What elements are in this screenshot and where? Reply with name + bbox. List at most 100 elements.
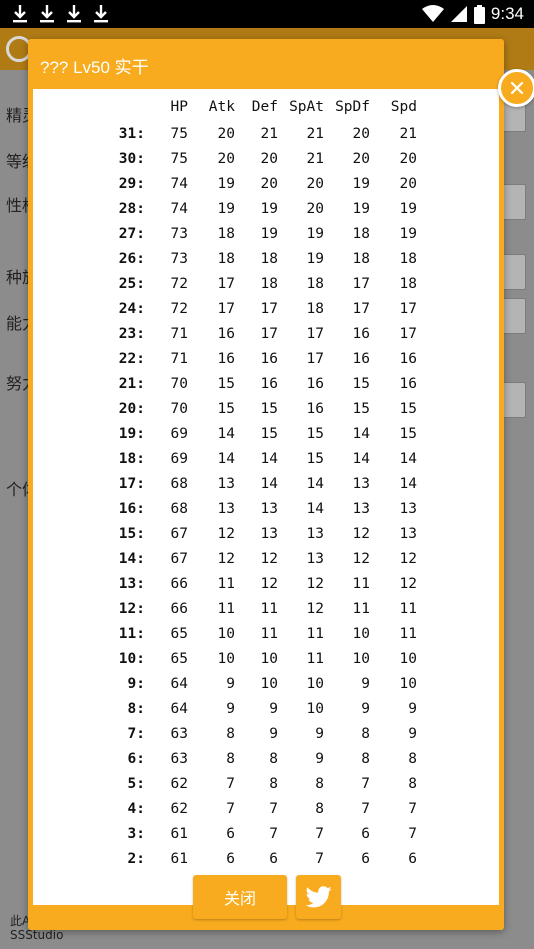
table-row: 11: 65 10 11 11 10 11: [33, 621, 417, 646]
cell-def: 15: [260, 425, 278, 442]
cell-spd: 11: [399, 625, 417, 642]
cell-spdf: 9: [361, 700, 370, 717]
cell-hp: 72: [170, 300, 188, 317]
cell-spd: 13: [399, 525, 417, 542]
cell-spat: 13: [306, 525, 324, 542]
cell-spat: 16: [306, 375, 324, 392]
cell-spd: 10: [399, 675, 417, 692]
cell-spd: 11: [399, 600, 417, 617]
cell-iv-level: 10:: [118, 650, 145, 667]
cell-iv-level: 3:: [127, 825, 145, 842]
cell-iv-level: 2:: [127, 850, 145, 867]
cell-iv-level: 6:: [127, 750, 145, 767]
cell-hp: 73: [170, 225, 188, 242]
cell-def: 13: [260, 500, 278, 517]
cell-hp: 68: [170, 500, 188, 517]
cell-spd: 7: [408, 825, 417, 842]
cell-spd: 15: [399, 425, 417, 442]
table-row: 12: 66 11 11 12 11 11: [33, 596, 417, 621]
cell-hp: 61: [170, 825, 188, 842]
cell-iv-level: 26:: [118, 250, 145, 267]
cell-spat: 12: [306, 600, 324, 617]
table-header-row: HP Atk Def SpAt SpDf Spd: [33, 92, 417, 121]
close-icon: [510, 81, 524, 95]
cell-atk: 18: [217, 250, 235, 267]
cell-def: 21: [260, 125, 278, 142]
cell-spd: 8: [408, 775, 417, 792]
cell-spat: 17: [306, 325, 324, 342]
cell-spdf: 19: [352, 200, 370, 217]
signal-icon: [450, 6, 467, 22]
twitter-bird-icon: [305, 886, 332, 908]
table-row: 16: 68 13 13 14 13 13: [33, 496, 417, 521]
cell-def: 16: [260, 375, 278, 392]
cell-spdf: 17: [352, 275, 370, 292]
status-bar: 9:34: [0, 0, 534, 28]
cell-iv-level: 15:: [118, 525, 145, 542]
header-spd: Spd: [390, 98, 417, 115]
cell-spdf: 16: [352, 350, 370, 367]
cell-atk: 12: [217, 525, 235, 542]
cell-spd: 6: [408, 850, 417, 867]
cell-spd: 14: [399, 475, 417, 492]
cell-spat: 7: [315, 850, 324, 867]
cell-atk: 16: [217, 325, 235, 342]
dialog-body: HP Atk Def SpAt SpDf Spd 31: 75 20 21 21 20 21…: [33, 89, 499, 905]
cell-spd: 19: [399, 200, 417, 217]
cell-def: 20: [260, 150, 278, 167]
close-button[interactable]: 关闭: [193, 875, 287, 919]
cell-spd: 21: [399, 125, 417, 142]
table-row: 30: 75 20 20 21 20 20: [33, 146, 417, 171]
cell-spat: 7: [315, 825, 324, 842]
cell-hp: 65: [170, 625, 188, 642]
cell-hp: 63: [170, 725, 188, 742]
cell-spat: 10: [306, 700, 324, 717]
cell-atk: 11: [217, 600, 235, 617]
cell-spat: 20: [306, 175, 324, 192]
cell-spat: 11: [306, 625, 324, 642]
cell-spd: 16: [399, 350, 417, 367]
cell-spat: 19: [306, 250, 324, 267]
cell-hp: 70: [170, 375, 188, 392]
cell-spd: 7: [408, 800, 417, 817]
cell-atk: 14: [217, 425, 235, 442]
dialog-close-button[interactable]: [498, 69, 534, 107]
cell-spdf: 6: [361, 850, 370, 867]
cell-hp: 75: [170, 150, 188, 167]
cell-spdf: 15: [352, 375, 370, 392]
cell-def: 8: [269, 775, 278, 792]
cell-atk: 8: [226, 725, 235, 742]
cell-spd: 13: [399, 500, 417, 517]
status-time: 9:34: [490, 4, 524, 23]
cell-hp: 67: [170, 525, 188, 542]
cell-iv-level: 22:: [118, 350, 145, 367]
cell-spdf: 9: [361, 675, 370, 692]
cell-iv-level: 28:: [118, 200, 145, 217]
cell-def: 11: [260, 600, 278, 617]
cell-spdf: 6: [361, 825, 370, 842]
cell-spd: 12: [399, 575, 417, 592]
cell-spat: 21: [306, 150, 324, 167]
cell-hp: 68: [170, 475, 188, 492]
cell-spdf: 18: [352, 225, 370, 242]
cell-spd: 18: [399, 250, 417, 267]
download-icon: [94, 5, 108, 23]
cell-hp: 62: [170, 775, 188, 792]
twitter-share-button[interactable]: [296, 875, 341, 919]
table-row: 2: 61 6 6 7 6 6: [33, 846, 417, 871]
cell-spat: 13: [306, 550, 324, 567]
table-row: 5: 62 7 8 8 7 8: [33, 771, 417, 796]
cell-iv-level: 27:: [118, 225, 145, 242]
cell-spdf: 7: [361, 775, 370, 792]
table-row: 17: 68 13 14 14 13 14: [33, 471, 417, 496]
cell-def: 14: [260, 450, 278, 467]
table-row: 7: 63 8 9 9 8 9: [33, 721, 417, 746]
cell-spat: 18: [306, 300, 324, 317]
cell-iv-level: 18:: [118, 450, 145, 467]
header-spat: SpAt: [289, 98, 324, 115]
cell-iv-level: 21:: [118, 375, 145, 392]
cell-spdf: 13: [352, 475, 370, 492]
table-row: 20: 70 15 15 16 15 15: [33, 396, 417, 421]
cell-spd: 9: [408, 700, 417, 717]
cell-spdf: 12: [352, 550, 370, 567]
